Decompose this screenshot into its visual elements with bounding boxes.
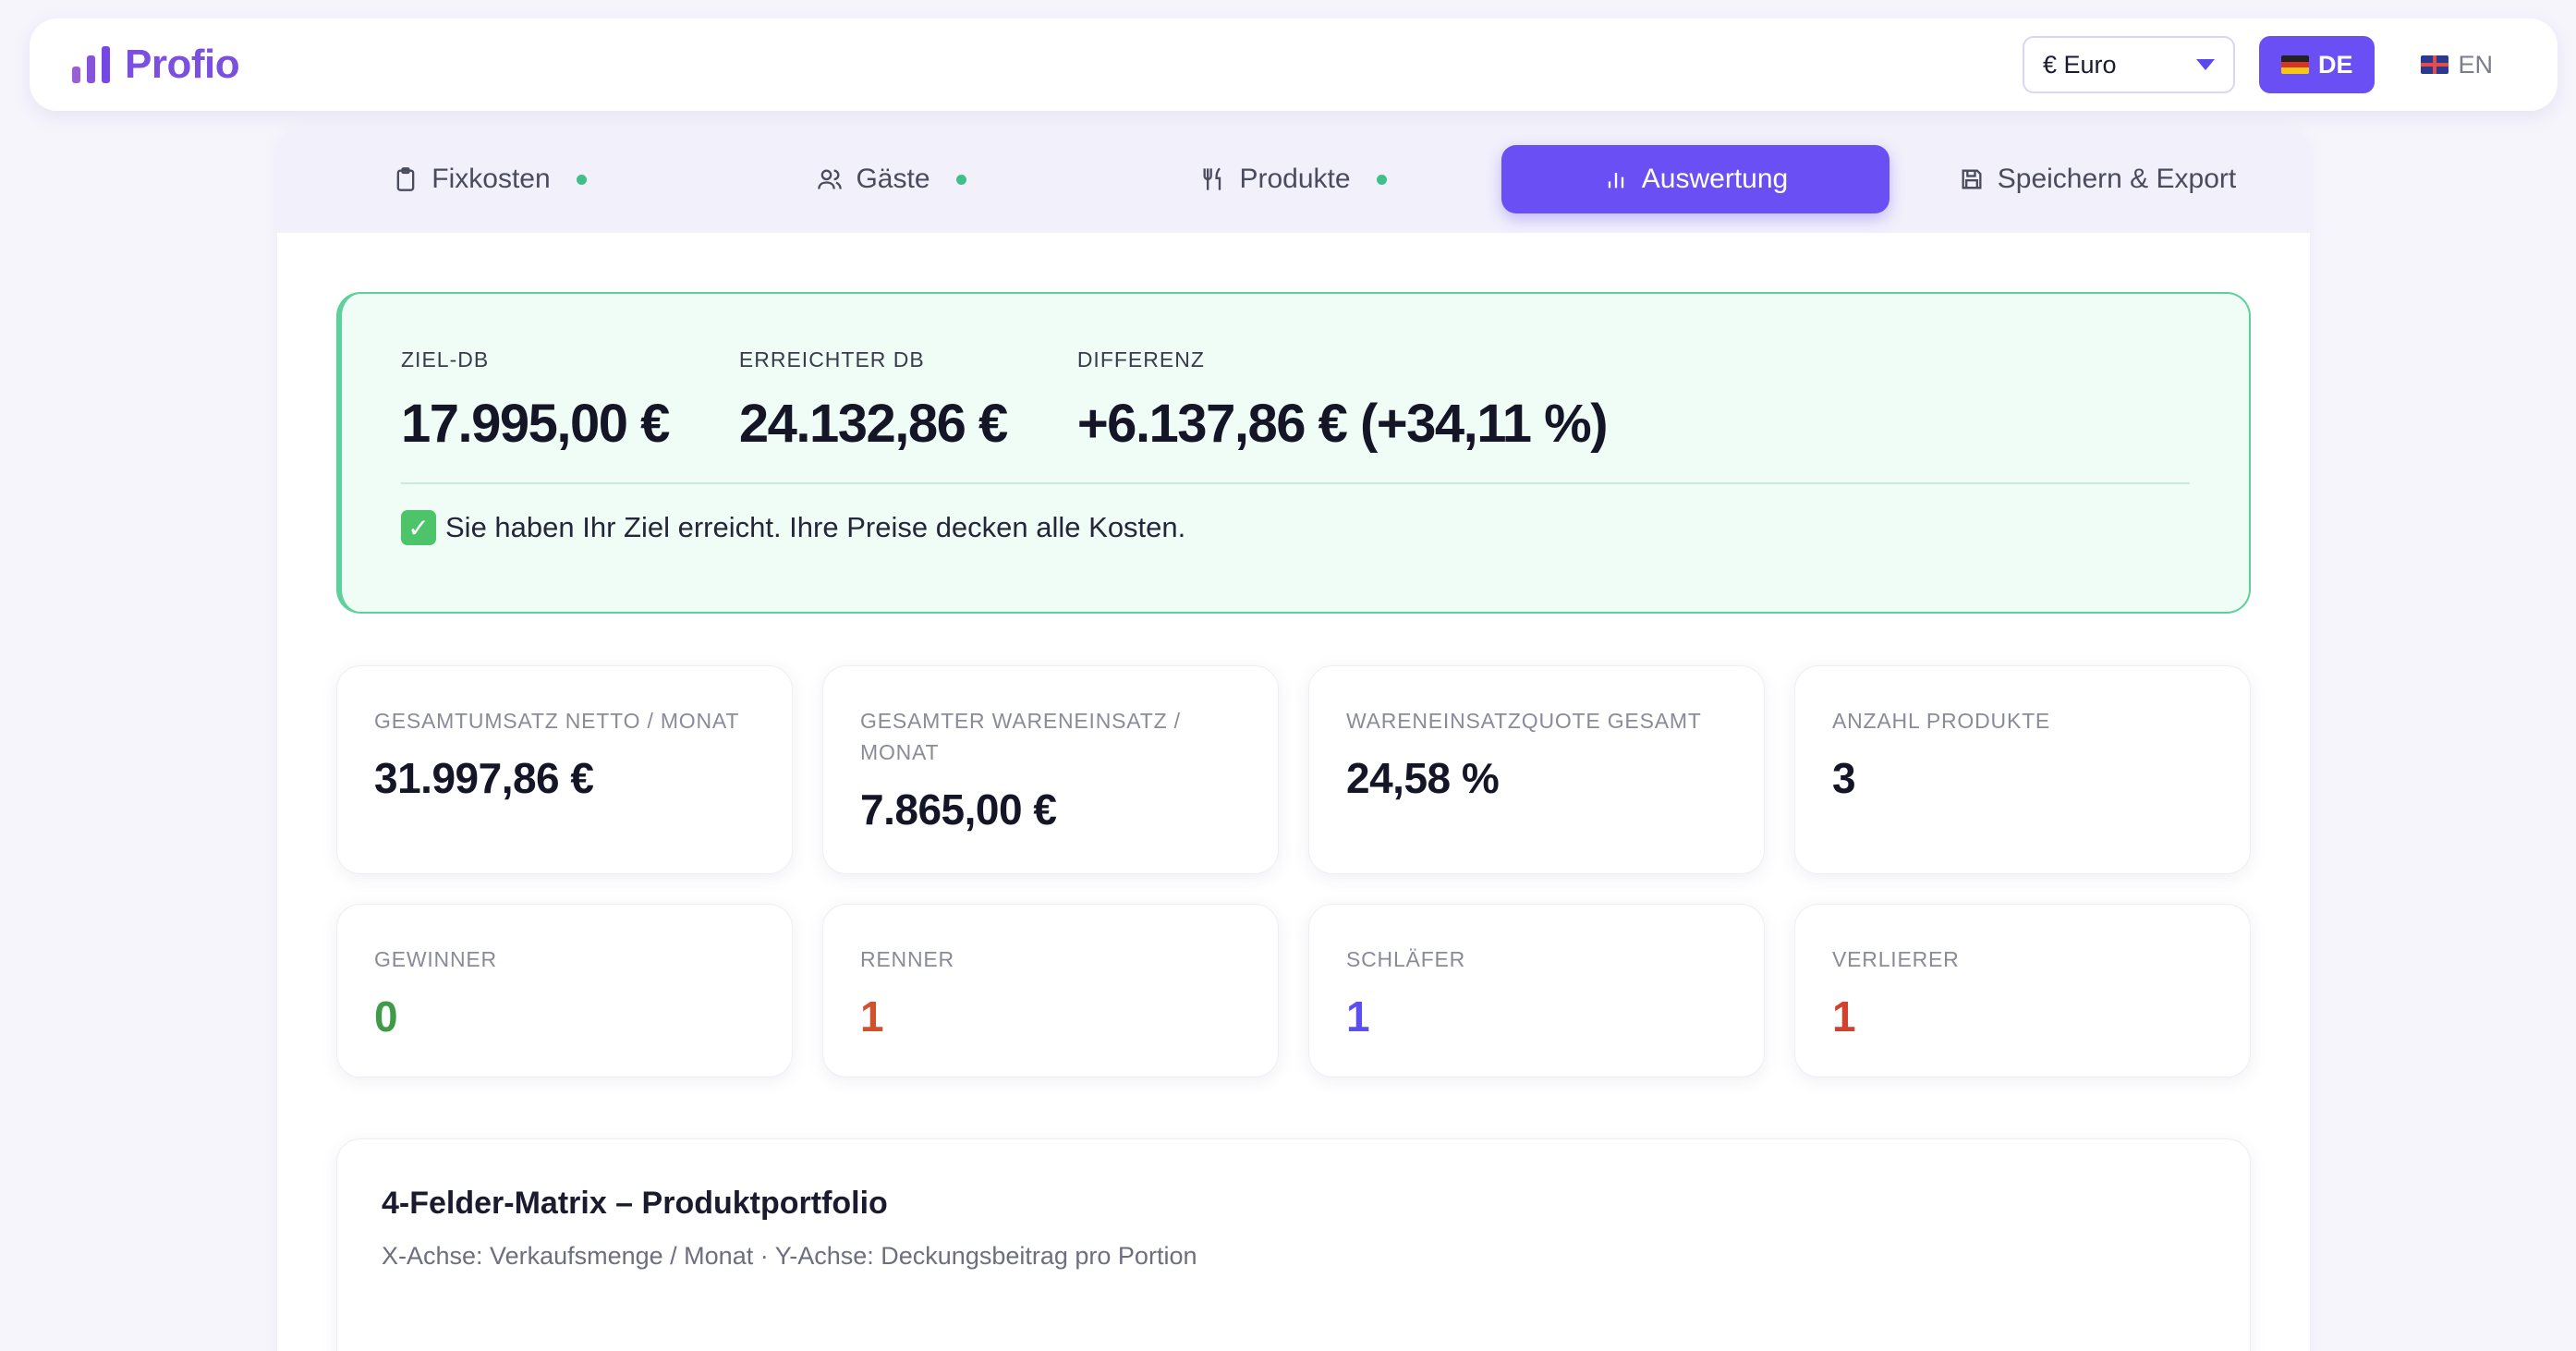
kpi-card: GESAMTER WARENEINSATZ / MONAT 7.865,00 € (822, 665, 1279, 874)
top-bar: Profio € Euro DE EN (30, 18, 2558, 111)
target-db-metric: ZIEL-DB 17.995,00 € (401, 347, 670, 455)
complete-dot (1376, 174, 1387, 185)
currency-select[interactable]: € Euro (2022, 36, 2235, 93)
category-label: VERLIERER (1832, 947, 1960, 971)
tab-label: Gäste (856, 164, 930, 194)
lang-de-button[interactable]: DE (2258, 36, 2376, 93)
kpi-value: 3 (1832, 754, 1856, 802)
kpi-label: WARENEINSATZQUOTE GESAMT (1346, 709, 1702, 733)
category-card-gewinner: GEWINNER 0 (336, 904, 793, 1077)
metric-value: 17.995,00 € (401, 394, 670, 454)
tab-speichern-export[interactable]: Speichern & Export (1903, 145, 2291, 213)
kpi-label: ANZAHL PRODUKTE (1832, 709, 2051, 733)
bar-chart-icon (1608, 173, 1623, 189)
save-icon (1962, 169, 1982, 189)
category-count: 1 (1346, 992, 1370, 1041)
category-count: 1 (860, 992, 884, 1041)
category-label: SCHLÄFER (1346, 947, 1466, 971)
category-card-renner: RENNER 1 (822, 904, 1279, 1077)
lang-de-label: DE (2317, 50, 2353, 79)
chevron-down-icon (2195, 59, 2215, 70)
kpi-card: ANZAHL PRODUKTE 3 (1794, 665, 2251, 874)
metric-value: +6.137,86 € (+34,11 %) (1076, 394, 1609, 454)
users-icon (818, 169, 843, 189)
kpi-card: WARENEINSATZQUOTE GESAMT 24,58 % (1308, 665, 1765, 874)
step-tabs: Fixkosten Gäste Produkte Auswertung Spei… (277, 126, 2310, 233)
category-count: 0 (374, 992, 398, 1041)
utensils-icon (1203, 167, 1221, 190)
category-cards-row: GEWINNER 0 RENNER 1 SCHLÄFER 1 VERLIERER… (336, 904, 2251, 1077)
metric-label: ERREICHTER DB (738, 347, 925, 371)
check-mark-icon: ✓ (401, 510, 436, 545)
achieved-db-metric: ERREICHTER DB 24.132,86 € (738, 347, 1008, 455)
tab-produkte[interactable]: Produkte (1100, 145, 1488, 213)
difference-metric: DIFFERENZ +6.137,86 € (+34,11 %) (1076, 347, 1609, 455)
german-flag-icon (2280, 55, 2309, 74)
matrix-title: 4-Felder-Matrix – Produktportfolio (382, 1186, 888, 1221)
target-result-box: ZIEL-DB 17.995,00 € ERREICHTER DB 24.132… (336, 292, 2251, 614)
category-label: RENNER (860, 947, 954, 971)
result-message-text: Sie haben Ihr Ziel erreicht. Ihre Preise… (445, 511, 1186, 543)
kpi-value: 7.865,00 € (860, 785, 1057, 834)
clipboard-icon (396, 167, 415, 191)
tab-label: Fixkosten (431, 164, 551, 194)
kpi-card: GESAMTUMSATZ NETTO / MONAT 31.997,86 € (336, 665, 793, 874)
complete-dot (955, 174, 966, 185)
currency-value: € Euro (2042, 50, 2117, 79)
kpi-value: 24,58 % (1346, 754, 1500, 802)
tab-gaeste[interactable]: Gäste (698, 145, 1086, 213)
portfolio-matrix-card: 4-Felder-Matrix – Produktportfolio X-Ach… (336, 1138, 2251, 1351)
lang-en-label: EN (2458, 50, 2493, 79)
uk-flag-icon (2421, 55, 2449, 74)
tab-fixkosten[interactable]: Fixkosten (296, 145, 684, 213)
logo[interactable]: Profio (72, 42, 240, 88)
result-message: ✓ Sie haben Ihr Ziel erreicht. Ihre Prei… (401, 510, 2190, 545)
logo-text: Profio (125, 42, 240, 87)
lang-en-button[interactable]: EN (2399, 36, 2515, 93)
metric-label: DIFFERENZ (1076, 347, 1205, 371)
bar-chart-logo-icon (72, 46, 110, 83)
matrix-subtitle: X-Achse: Verkaufsmenge / Monat · Y-Achse… (382, 1242, 1197, 1270)
metric-label: ZIEL-DB (401, 347, 490, 371)
complete-dot (576, 174, 587, 185)
category-card-verlierer: VERLIERER 1 (1794, 904, 2251, 1077)
category-count: 1 (1832, 992, 1856, 1041)
divider (401, 482, 2190, 484)
category-card-schlaefer: SCHLÄFER 1 (1308, 904, 1765, 1077)
tab-auswertung[interactable]: Auswertung (1501, 145, 1889, 213)
tab-label: Produkte (1239, 164, 1351, 194)
kpi-label: GESAMTUMSATZ NETTO / MONAT (374, 709, 740, 733)
metric-value: 24.132,86 € (738, 394, 1008, 454)
kpi-label: GESAMTER WARENEINSATZ / MONAT (860, 709, 1181, 764)
tab-label: Speichern & Export (1997, 164, 2237, 194)
category-label: GEWINNER (374, 947, 497, 971)
kpi-cards-row: GESAMTUMSATZ NETTO / MONAT 31.997,86 € G… (336, 665, 2251, 874)
kpi-value: 31.997,86 € (374, 754, 594, 802)
main-panel: Fixkosten Gäste Produkte Auswertung Spei… (277, 126, 2310, 1351)
tab-label: Auswertung (1641, 164, 1789, 194)
